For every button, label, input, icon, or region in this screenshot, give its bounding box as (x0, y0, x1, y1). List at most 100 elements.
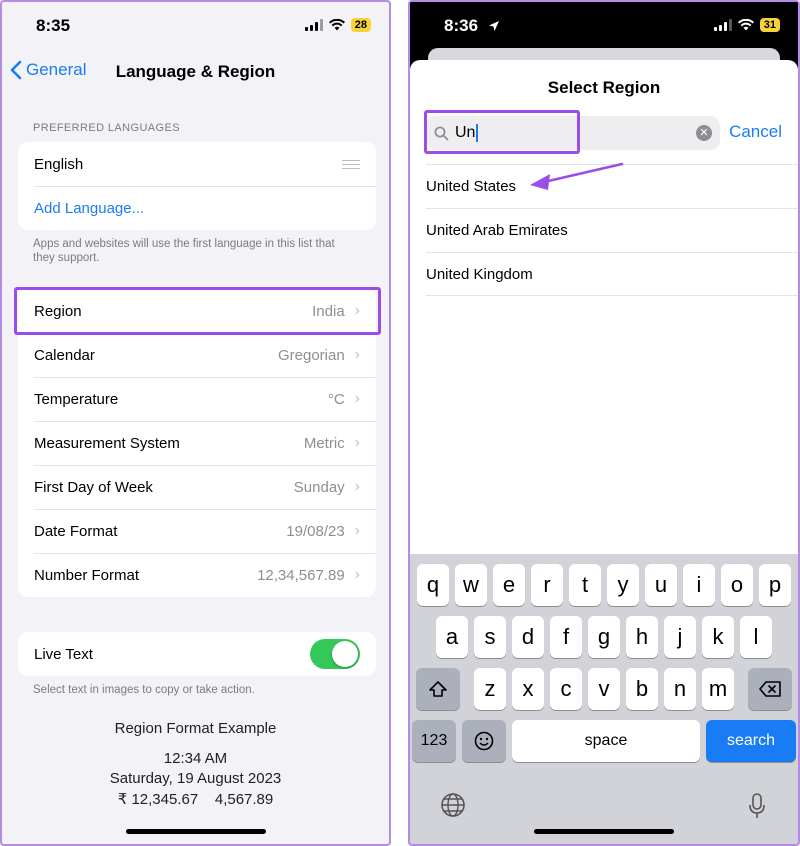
setting-first-day-of-week[interactable]: First Day of Week Sunday › (18, 465, 376, 509)
reorder-handle-icon[interactable] (342, 159, 360, 169)
setting-number-format[interactable]: Number Format 12,34,567.89 › (18, 553, 376, 597)
sheet-title: Select Region (547, 78, 661, 97)
key-d[interactable]: d (512, 616, 544, 658)
language-item-english[interactable]: English (18, 142, 376, 186)
setting-temperature[interactable]: Temperature °C › (18, 377, 376, 421)
setting-calendar[interactable]: Calendar Gregorian › (18, 333, 376, 377)
setting-value: India (312, 302, 345, 320)
chevron-right-icon: › (354, 346, 360, 363)
setting-value: 12,34,567.89 (257, 566, 345, 584)
example-time: 12:34 AM (163, 750, 228, 767)
search-field[interactable]: Un ✕ (426, 116, 720, 150)
key-s[interactable]: s (474, 616, 506, 658)
live-text-footnote: Select text in images to copy or take ac… (33, 684, 255, 696)
key-c[interactable]: c (550, 668, 582, 710)
chevron-right-icon: › (354, 302, 360, 319)
languages-footnote: Apps and websites will use the first lan… (33, 238, 335, 264)
key-a[interactable]: a (436, 616, 468, 658)
example-date: Saturday, 19 August 2023 (109, 770, 282, 787)
search-key[interactable]: search (706, 720, 796, 762)
setting-label: Temperature (34, 390, 119, 408)
result-label: United States (426, 178, 517, 195)
add-language-button[interactable]: Add Language... (18, 186, 376, 230)
navigation-bar: General Language & Region (2, 54, 389, 90)
key-m[interactable]: m (702, 668, 734, 710)
wifi-icon (737, 19, 754, 31)
setting-label: Region (34, 302, 82, 320)
shift-key[interactable] (416, 668, 460, 710)
space-key[interactable]: space (512, 720, 700, 762)
add-language-label: Add Language... (34, 199, 145, 217)
region-format-example-title: Region Format Example (114, 720, 277, 737)
result-label: United Arab Emirates (426, 222, 568, 239)
key-n[interactable]: n (664, 668, 696, 710)
key-v[interactable]: v (588, 668, 620, 710)
key-p[interactable]: p (759, 564, 791, 606)
live-text-toggle[interactable] (310, 639, 360, 669)
search-icon (434, 126, 449, 140)
setting-value: Gregorian (277, 346, 345, 364)
chevron-right-icon: › (354, 390, 360, 407)
select-region-screen: 8:36 31 Select Region Un ✕ Cancel United… (408, 0, 800, 846)
search-input-wrapper: Un (455, 123, 696, 142)
key-e[interactable]: e (493, 564, 525, 606)
setting-value: Sunday (293, 478, 345, 496)
live-text-label: Live Text (34, 645, 93, 663)
result-label: United Kingdom (426, 265, 533, 283)
key-y[interactable]: y (607, 564, 639, 606)
key-q[interactable]: q (417, 564, 449, 606)
wifi-icon (328, 19, 345, 31)
keyboard-row-4: 123 space search (410, 720, 798, 762)
search-input[interactable]: Un (455, 124, 475, 141)
text-cursor (476, 123, 479, 142)
language-region-screen: 8:35 28 General Language & Region PREFER… (0, 0, 391, 846)
key-j[interactable]: j (664, 616, 696, 658)
cancel-button[interactable]: Cancel (729, 122, 782, 142)
numbers-key[interactable]: 123 (412, 720, 456, 762)
key-l[interactable]: l (740, 616, 772, 658)
setting-value: Metric (303, 434, 345, 452)
battery-icon: 31 (759, 18, 780, 32)
key-z[interactable]: z (474, 668, 506, 710)
home-indicator (534, 829, 674, 834)
location-arrow-icon (489, 21, 499, 31)
key-w[interactable]: w (455, 564, 487, 606)
keyboard: q w e r t y u i o p a s d f g h j k l z (410, 554, 798, 844)
key-g[interactable]: g (588, 616, 620, 658)
toggle-knob (332, 641, 358, 667)
result-united-arab-emirates[interactable]: United Arab Emirates (426, 208, 798, 252)
setting-date-format[interactable]: Date Format 19/08/23 › (18, 509, 376, 553)
shift-arrow-icon (429, 681, 447, 697)
delete-key[interactable] (748, 668, 792, 710)
key-b[interactable]: b (626, 668, 658, 710)
setting-value: °C (327, 390, 345, 408)
result-united-kingdom[interactable]: United Kingdom (426, 252, 798, 296)
microphone-icon[interactable] (748, 792, 766, 820)
setting-measurement-system[interactable]: Measurement System Metric › (18, 421, 376, 465)
setting-label: First Day of Week (34, 478, 153, 496)
key-t[interactable]: t (569, 564, 601, 606)
keyboard-row-1: q w e r t y u i o p (410, 564, 798, 606)
status-bar: 8:35 28 (2, 2, 389, 52)
key-k[interactable]: k (702, 616, 734, 658)
delete-backspace-icon (759, 681, 781, 697)
key-f[interactable]: f (550, 616, 582, 658)
setting-label: Calendar (34, 346, 95, 364)
key-h[interactable]: h (626, 616, 658, 658)
emoji-key[interactable] (462, 720, 506, 762)
key-r[interactable]: r (531, 564, 563, 606)
cellular-signal-icon (304, 19, 323, 31)
page-title: Language & Region (115, 62, 276, 81)
language-label: English (34, 155, 84, 173)
chevron-right-icon: › (354, 522, 360, 539)
key-o[interactable]: o (721, 564, 753, 606)
keyboard-row-2: a s d f g h j k l (410, 616, 798, 658)
setting-label: Measurement System (34, 434, 180, 452)
setting-region[interactable]: Region India › (18, 289, 376, 333)
clear-search-icon[interactable]: ✕ (696, 125, 712, 141)
example-numbers: ₹ 12,345.67 4,567.89 (117, 791, 274, 808)
key-u[interactable]: u (645, 564, 677, 606)
key-x[interactable]: x (512, 668, 544, 710)
globe-icon[interactable] (440, 792, 466, 818)
key-i[interactable]: i (683, 564, 715, 606)
